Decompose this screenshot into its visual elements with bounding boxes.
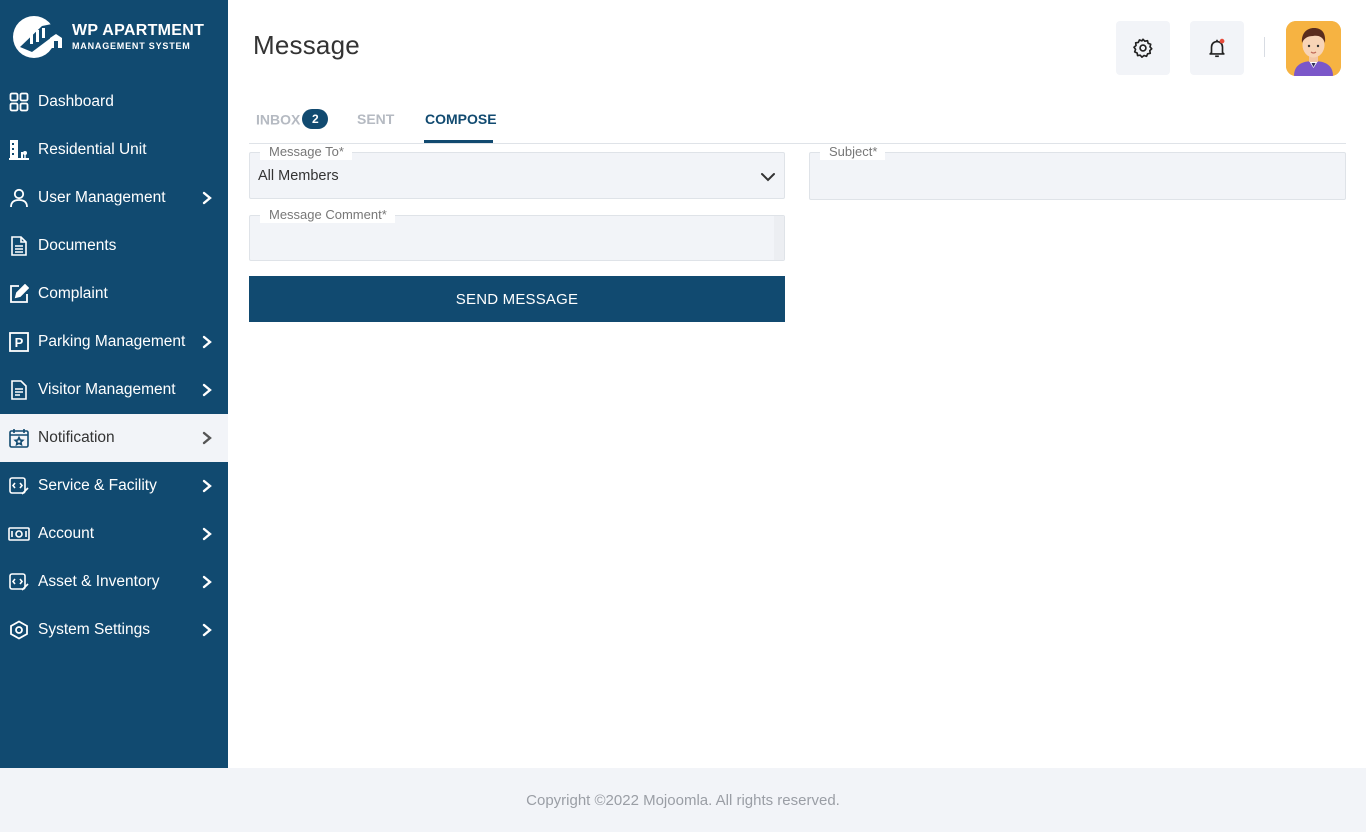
- sidebar-item-label: Residential Unit: [38, 141, 147, 158]
- message-comment-field[interactable]: Message Comment*: [249, 207, 785, 261]
- send-message-button[interactable]: SEND MESSAGE: [249, 276, 785, 322]
- tab-compose[interactable]: COMPOSE: [425, 111, 497, 127]
- sidebar-item-visitor-management[interactable]: Visitor Management: [0, 366, 228, 414]
- chevron-right-icon: [202, 335, 212, 349]
- copyright-text: Copyright ©2022 Mojoomla. All rights res…: [526, 791, 840, 809]
- tab-sent[interactable]: SENT: [357, 111, 394, 127]
- active-tab-indicator: [424, 140, 493, 143]
- calendar-star-icon: [8, 427, 30, 449]
- header-divider: [1264, 37, 1265, 57]
- sidebar-item-service-facility[interactable]: Service & Facility: [0, 462, 228, 510]
- sidebar-item-account[interactable]: Account: [0, 510, 228, 558]
- message-to-select[interactable]: Message To* All Members: [249, 144, 785, 199]
- tab-inbox[interactable]: INBOX 2: [256, 109, 329, 131]
- settings-hex-icon: [8, 619, 30, 641]
- sidebar-item-label: Parking Management: [38, 333, 186, 350]
- user-icon: [8, 187, 30, 209]
- sidebar-item-residential-unit[interactable]: Residential Unit: [0, 126, 228, 174]
- sidebar-item-label: User Management: [38, 189, 166, 206]
- gear-icon: [1133, 38, 1153, 58]
- chevron-right-icon: [202, 623, 212, 637]
- building-icon: [8, 139, 30, 161]
- message-to-value: All Members: [258, 168, 339, 184]
- sidebar-item-asset-inventory[interactable]: Asset & Inventory: [0, 558, 228, 606]
- building-logo-icon: [12, 14, 70, 60]
- message-to-label: Message To*: [260, 144, 352, 160]
- textarea-scrollbar[interactable]: [774, 216, 784, 260]
- chevron-right-icon: [202, 479, 212, 493]
- sidebar-item-label: Dashboard: [38, 93, 114, 110]
- document-icon: [8, 235, 30, 257]
- sidebar-item-system-settings[interactable]: System Settings: [0, 606, 228, 654]
- logo-subtitle: MANAGEMENT SYSTEM: [72, 41, 191, 51]
- notifications-button[interactable]: [1190, 21, 1244, 75]
- dashboard-grid-icon: [8, 91, 30, 113]
- sidebar-item-dashboard[interactable]: Dashboard: [0, 78, 228, 126]
- service-icon: [8, 475, 30, 497]
- settings-button[interactable]: [1116, 21, 1170, 75]
- parking-icon: P: [8, 331, 30, 353]
- inbox-count-badge: 2: [302, 109, 329, 129]
- sidebar-item-label: Asset & Inventory: [38, 573, 160, 590]
- tab-inbox-label: INBOX: [256, 111, 301, 128]
- sidebar-item-complaint[interactable]: Complaint: [0, 270, 228, 318]
- message-tabs: INBOX 2 SENT COMPOSE: [249, 108, 1346, 144]
- chevron-right-icon: [202, 527, 212, 541]
- chevron-right-icon: [202, 575, 212, 589]
- sidebar-nav: Dashboard Residential Unit User Manageme…: [0, 78, 228, 654]
- subject-label: Subject*: [820, 144, 886, 160]
- bell-icon: [1209, 38, 1225, 58]
- sidebar-item-label: Service & Facility: [38, 477, 157, 494]
- footer: Copyright ©2022 Mojoomla. All rights res…: [0, 768, 1366, 832]
- money-icon: [8, 523, 30, 545]
- app-logo[interactable]: WP APARTMENT MANAGEMENT SYSTEM: [12, 14, 222, 60]
- edit-icon: [8, 283, 30, 305]
- sidebar-item-label: Visitor Management: [38, 381, 176, 398]
- sidebar-item-user-management[interactable]: User Management: [0, 174, 228, 222]
- chevron-down-icon: [761, 173, 775, 182]
- clipboard-icon: [8, 379, 30, 401]
- logo-title: WP APARTMENT: [72, 22, 205, 39]
- sidebar-item-documents[interactable]: Documents: [0, 222, 228, 270]
- svg-text:P: P: [15, 335, 24, 350]
- subject-field[interactable]: Subject*: [809, 144, 1346, 200]
- chevron-right-icon: [202, 191, 212, 205]
- page-title: Message: [253, 30, 360, 60]
- sidebar-item-label: Account: [38, 525, 95, 542]
- chevron-right-icon: [202, 383, 212, 397]
- message-comment-label: Message Comment*: [260, 207, 395, 223]
- avatar[interactable]: [1286, 21, 1341, 76]
- sidebar: WP APARTMENT MANAGEMENT SYSTEM Dashboard…: [0, 0, 228, 768]
- sidebar-item-label: Notification: [38, 429, 115, 446]
- user-avatar-icon: [1286, 21, 1341, 76]
- chevron-right-icon: [202, 431, 212, 445]
- sidebar-item-label: Documents: [38, 237, 117, 254]
- sidebar-item-notification[interactable]: Notification: [0, 414, 228, 462]
- inventory-icon: [8, 571, 30, 593]
- sidebar-item-label: Complaint: [38, 285, 108, 302]
- sidebar-item-label: System Settings: [38, 621, 150, 638]
- sidebar-item-parking-management[interactable]: P Parking Management: [0, 318, 228, 366]
